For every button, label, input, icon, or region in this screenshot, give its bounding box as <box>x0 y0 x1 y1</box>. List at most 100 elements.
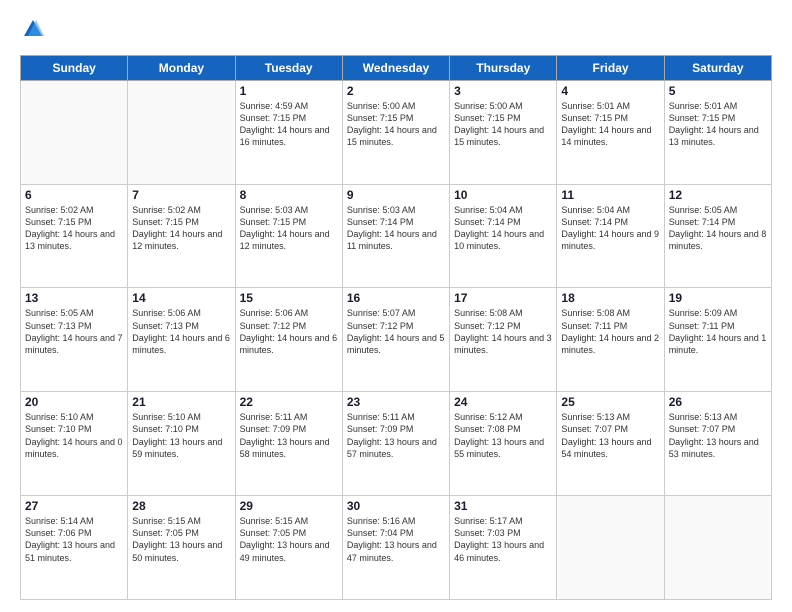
calendar-cell <box>128 80 235 184</box>
day-info: Sunrise: 5:08 AM Sunset: 7:12 PM Dayligh… <box>454 307 552 356</box>
logo-icon <box>22 18 44 40</box>
calendar-cell: 24 Sunrise: 5:12 AM Sunset: 7:08 PM Dayli… <box>450 392 557 496</box>
calendar-cell <box>664 496 771 600</box>
day-info: Sunrise: 5:03 AM Sunset: 7:15 PM Dayligh… <box>240 204 338 253</box>
day-info: Sunrise: 5:10 AM Sunset: 7:10 PM Dayligh… <box>25 411 123 460</box>
calendar-cell: 31Sunrise: 5:17 AM Sunset: 7:03 PM Dayli… <box>450 496 557 600</box>
day-info: Sunrise: 5:01 AM Sunset: 7:15 PM Dayligh… <box>669 100 767 149</box>
calendar-cell: 6 Sunrise: 5:02 AM Sunset: 7:15 PM Daylig… <box>21 184 128 288</box>
day-number: 25 <box>561 395 659 409</box>
calendar-cell: 25 Sunrise: 5:13 AM Sunset: 7:07 PM Dayli… <box>557 392 664 496</box>
day-info: Sunrise: 5:13 AM Sunset: 7:07 PM Dayligh… <box>669 411 767 460</box>
day-info: Sunrise: 5:00 AM Sunset: 7:15 PM Dayligh… <box>347 100 445 149</box>
day-header-tuesday: Tuesday <box>235 55 342 80</box>
calendar-cell: 21 Sunrise: 5:10 AM Sunset: 7:10 PM Dayli… <box>128 392 235 496</box>
day-info: Sunrise: 5:12 AM Sunset: 7:08 PM Dayligh… <box>454 411 552 460</box>
day-number: 10 <box>454 188 552 202</box>
day-number: 22 <box>240 395 338 409</box>
calendar-week-2: 13 Sunrise: 5:05 AM Sunset: 7:13 PM Dayli… <box>21 288 772 392</box>
day-number: 21 <box>132 395 230 409</box>
day-info: Sunrise: 5:04 AM Sunset: 7:14 PM Dayligh… <box>454 204 552 253</box>
day-number: 8 <box>240 188 338 202</box>
calendar-cell: 7 Sunrise: 5:02 AM Sunset: 7:15 PM Daylig… <box>128 184 235 288</box>
calendar-cell: 28 Sunrise: 5:15 AM Sunset: 7:05 PM Dayli… <box>128 496 235 600</box>
day-info: Sunrise: 5:04 AM Sunset: 7:14 PM Dayligh… <box>561 204 659 253</box>
calendar-cell: 27 Sunrise: 5:14 AM Sunset: 7:06 PM Dayli… <box>21 496 128 600</box>
calendar-cell: 23 Sunrise: 5:11 AM Sunset: 7:09 PM Dayli… <box>342 392 449 496</box>
day-number: 15 <box>240 291 338 305</box>
calendar-cell: 10 Sunrise: 5:04 AM Sunset: 7:14 PM Dayli… <box>450 184 557 288</box>
calendar-cell: 3 Sunrise: 5:00 AM Sunset: 7:15 PM Daylig… <box>450 80 557 184</box>
day-info: Sunrise: 5:02 AM Sunset: 7:15 PM Dayligh… <box>132 204 230 253</box>
calendar-cell: 14Sunrise: 5:06 AM Sunset: 7:13 PM Dayli… <box>128 288 235 392</box>
day-info: Sunrise: 5:05 AM Sunset: 7:13 PM Dayligh… <box>25 307 123 356</box>
calendar-cell: 8 Sunrise: 5:03 AM Sunset: 7:15 PM Daylig… <box>235 184 342 288</box>
page: SundayMondayTuesdayWednesdayThursdayFrid… <box>0 0 792 612</box>
day-header-sunday: Sunday <box>21 55 128 80</box>
calendar: SundayMondayTuesdayWednesdayThursdayFrid… <box>20 55 772 600</box>
calendar-cell: 11 Sunrise: 5:04 AM Sunset: 7:14 PM Dayli… <box>557 184 664 288</box>
day-info: Sunrise: 5:07 AM Sunset: 7:12 PM Dayligh… <box>347 307 445 356</box>
day-info: Sunrise: 5:02 AM Sunset: 7:15 PM Dayligh… <box>25 204 123 253</box>
day-number: 18 <box>561 291 659 305</box>
day-info: Sunrise: 5:15 AM Sunset: 7:05 PM Dayligh… <box>240 515 338 564</box>
calendar-week-0: 1 Sunrise: 4:59 AM Sunset: 7:15 PM Daylig… <box>21 80 772 184</box>
day-number: 13 <box>25 291 123 305</box>
calendar-cell: 16 Sunrise: 5:07 AM Sunset: 7:12 PM Dayli… <box>342 288 449 392</box>
day-header-saturday: Saturday <box>664 55 771 80</box>
day-number: 2 <box>347 84 445 98</box>
day-number: 19 <box>669 291 767 305</box>
calendar-cell: 15Sunrise: 5:06 AM Sunset: 7:12 PM Dayli… <box>235 288 342 392</box>
day-number: 20 <box>25 395 123 409</box>
calendar-week-4: 27 Sunrise: 5:14 AM Sunset: 7:06 PM Dayli… <box>21 496 772 600</box>
day-info: Sunrise: 5:14 AM Sunset: 7:06 PM Dayligh… <box>25 515 123 564</box>
day-info: Sunrise: 5:05 AM Sunset: 7:14 PM Dayligh… <box>669 204 767 253</box>
day-number: 7 <box>132 188 230 202</box>
calendar-cell <box>21 80 128 184</box>
calendar-cell: 5 Sunrise: 5:01 AM Sunset: 7:15 PM Daylig… <box>664 80 771 184</box>
day-number: 24 <box>454 395 552 409</box>
day-number: 14 <box>132 291 230 305</box>
day-number: 3 <box>454 84 552 98</box>
day-number: 1 <box>240 84 338 98</box>
calendar-cell: 2 Sunrise: 5:00 AM Sunset: 7:15 PM Daylig… <box>342 80 449 184</box>
calendar-cell: 19 Sunrise: 5:09 AM Sunset: 7:11 PM Dayli… <box>664 288 771 392</box>
day-info: Sunrise: 5:13 AM Sunset: 7:07 PM Dayligh… <box>561 411 659 460</box>
calendar-cell: 29Sunrise: 5:15 AM Sunset: 7:05 PM Dayli… <box>235 496 342 600</box>
day-info: Sunrise: 4:59 AM Sunset: 7:15 PM Dayligh… <box>240 100 338 149</box>
day-number: 4 <box>561 84 659 98</box>
calendar-cell: 12 Sunrise: 5:05 AM Sunset: 7:14 PM Dayli… <box>664 184 771 288</box>
day-number: 28 <box>132 499 230 513</box>
header <box>20 18 772 45</box>
logo <box>20 18 44 45</box>
calendar-cell: 20 Sunrise: 5:10 AM Sunset: 7:10 PM Dayli… <box>21 392 128 496</box>
day-info: Sunrise: 5:09 AM Sunset: 7:11 PM Dayligh… <box>669 307 767 356</box>
calendar-cell: 26 Sunrise: 5:13 AM Sunset: 7:07 PM Dayli… <box>664 392 771 496</box>
day-header-wednesday: Wednesday <box>342 55 449 80</box>
day-header-friday: Friday <box>557 55 664 80</box>
day-info: Sunrise: 5:03 AM Sunset: 7:14 PM Dayligh… <box>347 204 445 253</box>
calendar-cell: 18Sunrise: 5:08 AM Sunset: 7:11 PM Dayli… <box>557 288 664 392</box>
day-number: 27 <box>25 499 123 513</box>
day-info: Sunrise: 5:00 AM Sunset: 7:15 PM Dayligh… <box>454 100 552 149</box>
day-number: 11 <box>561 188 659 202</box>
day-number: 16 <box>347 291 445 305</box>
day-info: Sunrise: 5:17 AM Sunset: 7:03 PM Dayligh… <box>454 515 552 564</box>
calendar-cell: 22Sunrise: 5:11 AM Sunset: 7:09 PM Dayli… <box>235 392 342 496</box>
calendar-cell <box>557 496 664 600</box>
day-header-thursday: Thursday <box>450 55 557 80</box>
day-number: 26 <box>669 395 767 409</box>
day-number: 5 <box>669 84 767 98</box>
day-header-monday: Monday <box>128 55 235 80</box>
calendar-cell: 1 Sunrise: 4:59 AM Sunset: 7:15 PM Daylig… <box>235 80 342 184</box>
day-number: 12 <box>669 188 767 202</box>
day-info: Sunrise: 5:10 AM Sunset: 7:10 PM Dayligh… <box>132 411 230 460</box>
day-number: 17 <box>454 291 552 305</box>
day-number: 6 <box>25 188 123 202</box>
day-info: Sunrise: 5:15 AM Sunset: 7:05 PM Dayligh… <box>132 515 230 564</box>
day-number: 9 <box>347 188 445 202</box>
day-info: Sunrise: 5:11 AM Sunset: 7:09 PM Dayligh… <box>347 411 445 460</box>
calendar-cell: 4Sunrise: 5:01 AM Sunset: 7:15 PM Daylig… <box>557 80 664 184</box>
day-number: 23 <box>347 395 445 409</box>
calendar-cell: 30Sunrise: 5:16 AM Sunset: 7:04 PM Dayli… <box>342 496 449 600</box>
